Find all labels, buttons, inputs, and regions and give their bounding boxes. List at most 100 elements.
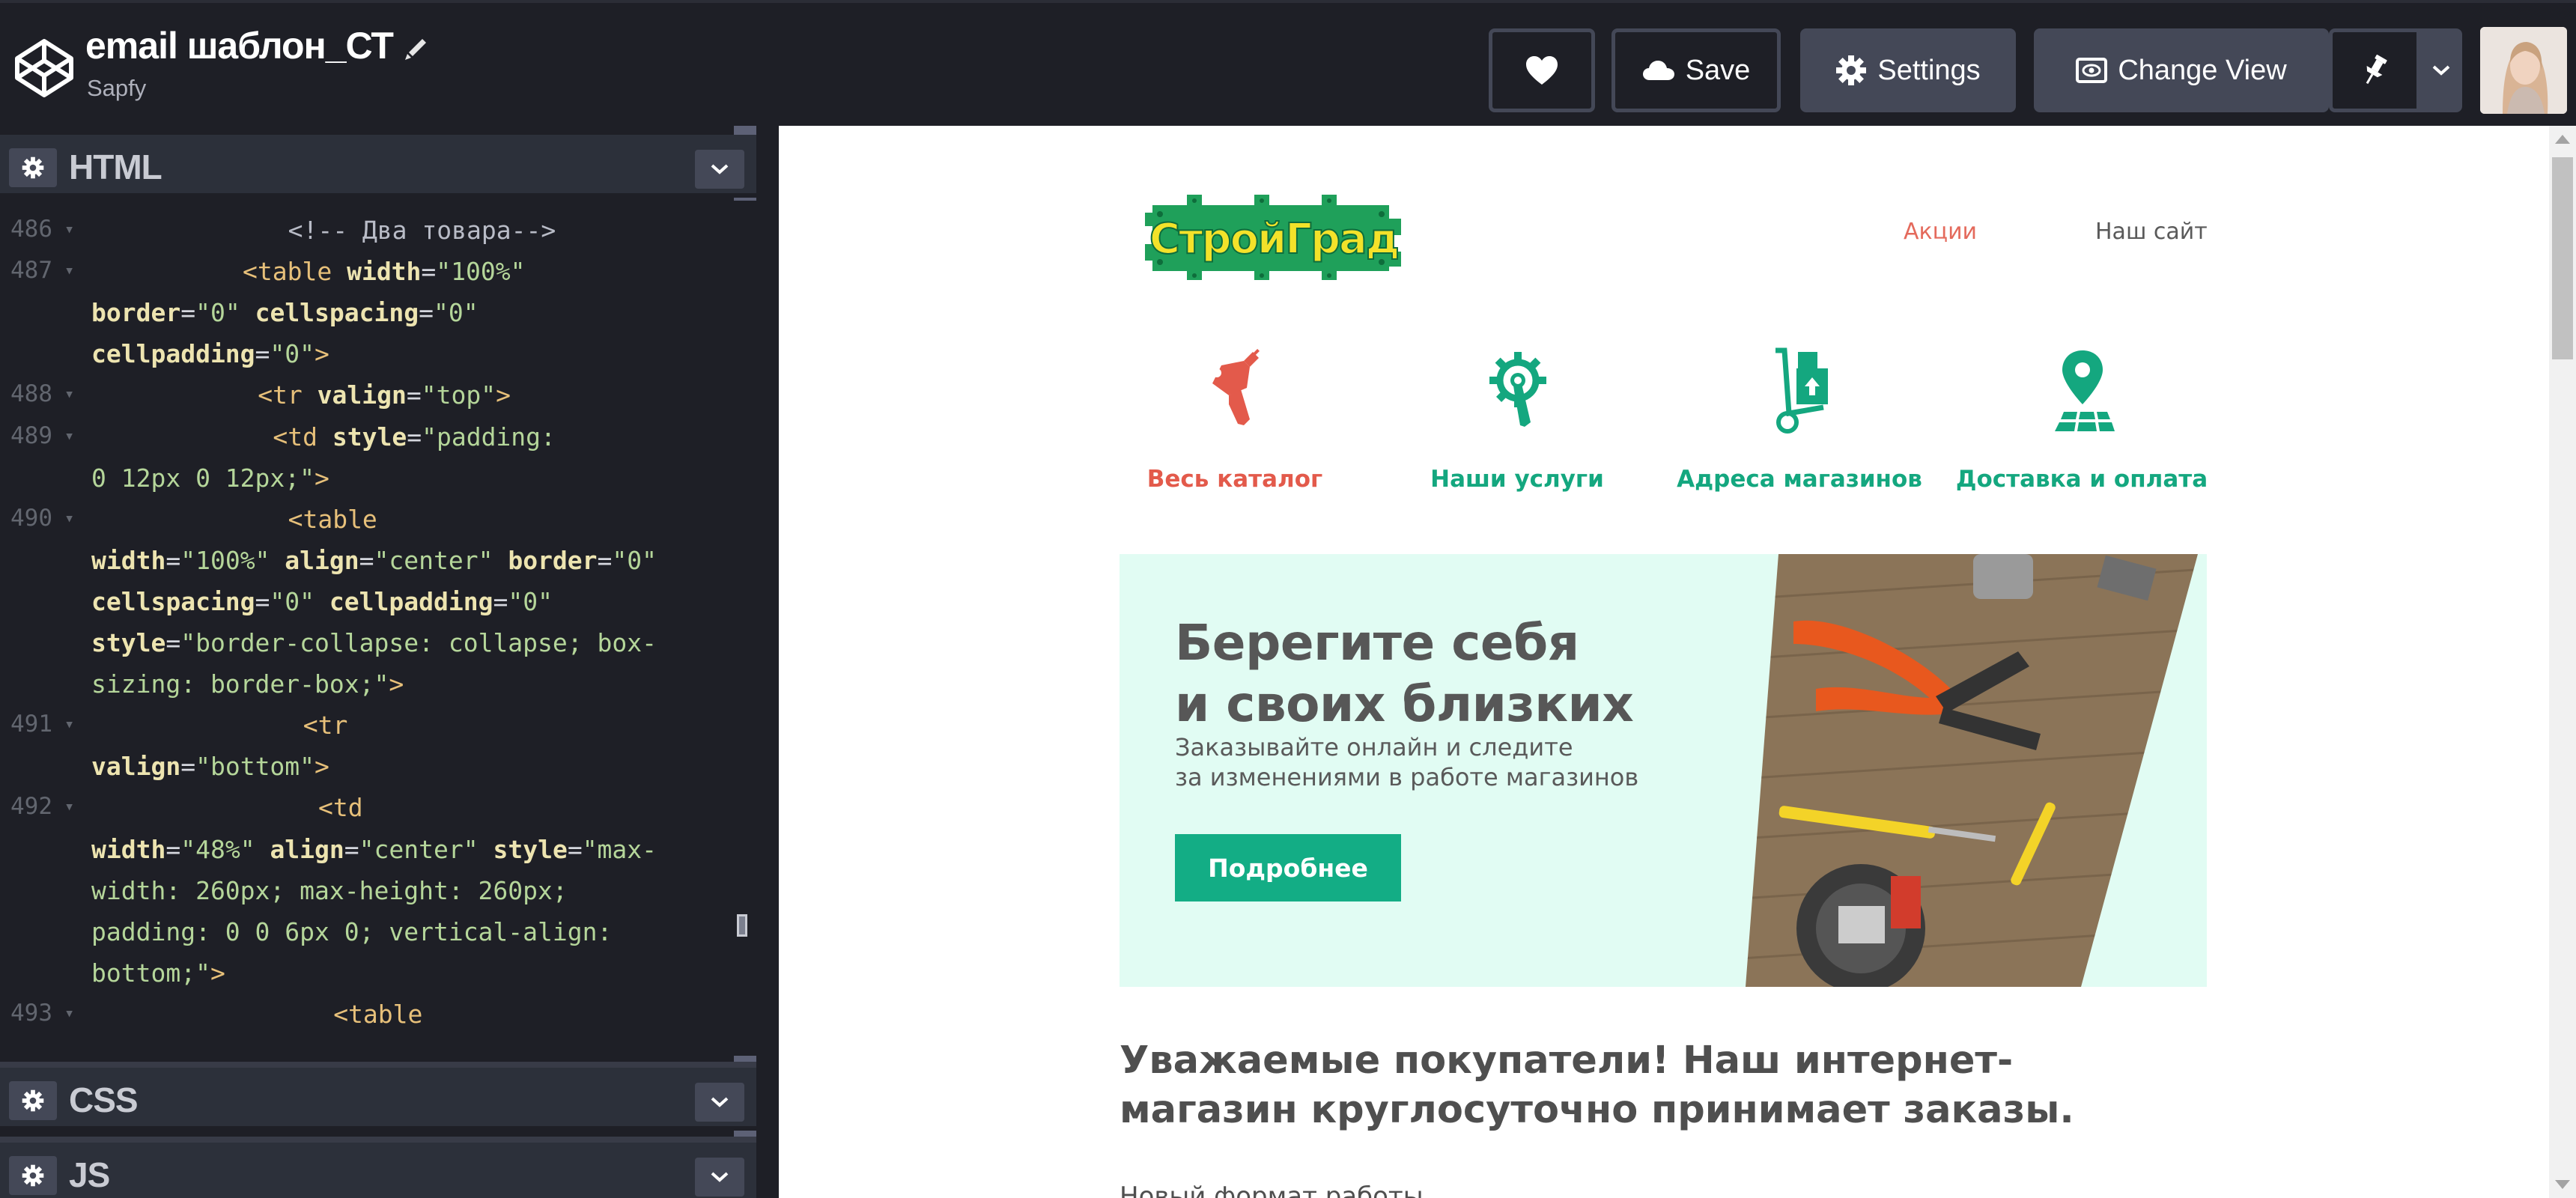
gear-wrench-icon xyxy=(1489,352,1546,427)
code-token: sizing: border-box;" xyxy=(91,669,389,699)
category-store-addresses[interactable]: Адреса магазинов xyxy=(1658,347,1941,505)
css-panel-menu-button[interactable] xyxy=(695,1083,744,1122)
code-token: style xyxy=(91,628,166,657)
code-line[interactable]: 490 ▾ <table xyxy=(0,505,756,546)
code-line[interactable]: cellpadding="0"> xyxy=(0,339,756,380)
fold-arrow-icon[interactable]: ▾ xyxy=(64,220,74,239)
code-token: valign xyxy=(91,752,181,782)
code-line[interactable]: valign="bottom"> xyxy=(0,752,756,793)
pin-button[interactable] xyxy=(2329,28,2420,112)
code-line[interactable]: 493 ▾ <table xyxy=(0,1000,756,1041)
pen-author[interactable]: Sapfy xyxy=(87,75,146,102)
notice-subtext: Новый формат работы xyxy=(1120,1182,1424,1198)
code-text: <tr valign="top"> xyxy=(258,380,511,410)
save-button[interactable]: Save xyxy=(1611,28,1781,112)
js-settings-button[interactable] xyxy=(9,1156,57,1195)
avatar[interactable] xyxy=(2480,27,2567,114)
preview-scrollbar-thumb[interactable] xyxy=(2552,157,2573,359)
gear-icon xyxy=(1836,55,1867,85)
pencil-icon[interactable] xyxy=(401,33,431,63)
code-token: "100%" xyxy=(180,545,285,575)
html-code-editor[interactable]: 486 ▾ <!-- Два товара--> 487 ▾ <table width="… xyxy=(0,201,756,1056)
code-token: = xyxy=(567,834,583,864)
code-token: "0" xyxy=(270,339,315,369)
code-text: valign="bottom"> xyxy=(91,752,329,781)
love-button[interactable] xyxy=(1489,28,1595,112)
codepen-logo-icon[interactable] xyxy=(13,37,75,99)
code-token: = xyxy=(406,380,422,410)
code-text: width="100%" align="center" border="0" xyxy=(91,546,657,575)
chevron-down-icon xyxy=(711,1097,729,1107)
code-text: border="0" cellspacing="0" xyxy=(91,298,479,327)
category-delivery-payment[interactable]: Доставка и оплата xyxy=(1940,347,2223,505)
code-line[interactable]: bottom;"> xyxy=(0,958,756,1000)
fold-arrow-icon[interactable]: ▾ xyxy=(64,509,74,528)
code-token: "padding: xyxy=(422,422,556,451)
pen-title[interactable]: email шаблон_СТ xyxy=(85,24,394,67)
code-token: > xyxy=(496,380,511,410)
js-panel-menu-button[interactable] xyxy=(695,1158,744,1197)
pin-dropdown-button[interactable] xyxy=(2420,28,2462,112)
code-token: <table xyxy=(288,504,377,534)
code-token: <tr xyxy=(258,380,318,410)
stroygrad-logo[interactable]: СтройГрад xyxy=(1142,189,1408,282)
preview-pane[interactable]: СтройГрад Акции Наш сайт Весь каталог На… xyxy=(779,126,2576,1198)
code-token: border xyxy=(91,298,181,328)
change-view-label: Change View xyxy=(2118,54,2287,86)
code-line[interactable]: sizing: border-box;"> xyxy=(0,669,756,711)
category-label: Весь каталог xyxy=(1146,466,1323,493)
code-token: = xyxy=(180,752,196,782)
js-panel-header[interactable]: JS xyxy=(0,1137,756,1198)
settings-label: Settings xyxy=(1877,54,1981,86)
code-line[interactable]: width="48%" align="center" style="max- xyxy=(0,835,756,876)
code-line[interactable]: padding: 0 0 6px 0; vertical-align: xyxy=(0,917,756,958)
code-token: <!-- Два товара--> xyxy=(288,216,556,245)
code-line[interactable]: 492 ▾ <td xyxy=(0,793,756,834)
code-token: valign xyxy=(317,380,407,410)
code-line[interactable]: width: 260px; max-height: 260px; xyxy=(0,876,756,917)
code-token: padding: 0 0 6px 0; vertical-align: xyxy=(91,916,613,946)
code-text: <table xyxy=(333,1000,422,1029)
html-panel-header[interactable]: HTML xyxy=(0,135,756,198)
settings-button[interactable]: Settings xyxy=(1800,28,2016,112)
line-number: 486 xyxy=(10,216,52,243)
scroll-down-arrow-icon[interactable] xyxy=(2555,1180,2570,1189)
code-line[interactable]: 489 ▾ <td style="padding: xyxy=(0,422,756,463)
fold-arrow-icon[interactable]: ▾ xyxy=(64,427,74,446)
code-line[interactable]: 491 ▾ <tr xyxy=(0,711,756,752)
code-token: width: 260px; max-height: 260px; xyxy=(91,875,568,905)
code-line[interactable]: width="100%" align="center" border="0" xyxy=(0,546,756,587)
category-catalog[interactable]: Весь каталог xyxy=(1093,347,1376,505)
change-view-button[interactable]: Change View xyxy=(2034,28,2329,112)
code-token: cellspacing xyxy=(91,586,255,616)
code-line[interactable]: border="0" cellspacing="0" xyxy=(0,298,756,339)
code-token: <td xyxy=(318,793,363,823)
code-line[interactable]: style="border-collapse: collapse; box- xyxy=(0,628,756,669)
fold-arrow-icon[interactable]: ▾ xyxy=(64,715,74,734)
code-line[interactable]: 486 ▾ <!-- Два товара--> xyxy=(0,216,756,257)
code-scrollbar-handle[interactable] xyxy=(737,914,747,937)
code-line[interactable]: 487 ▾ <table width="100%" xyxy=(0,257,756,298)
scroll-up-arrow-icon[interactable] xyxy=(2555,135,2570,144)
html-panel-menu-button[interactable] xyxy=(695,150,744,189)
fold-arrow-icon[interactable]: ▾ xyxy=(64,385,74,404)
fold-arrow-icon[interactable]: ▾ xyxy=(64,261,74,280)
code-line[interactable]: 488 ▾ <tr valign="top"> xyxy=(0,380,756,422)
css-settings-button[interactable] xyxy=(9,1081,57,1120)
category-services[interactable]: Наши услуги xyxy=(1376,347,1659,505)
code-token: width xyxy=(91,834,166,864)
nav-link-our-site[interactable]: Наш сайт xyxy=(2095,219,2208,245)
more-button[interactable]: Подробнее xyxy=(1175,834,1401,901)
code-token: <table xyxy=(333,999,423,1029)
nav-link-akcii[interactable]: Акции xyxy=(1904,219,1977,245)
code-token: "top" xyxy=(421,380,496,410)
css-panel-header[interactable]: CSS xyxy=(0,1062,756,1131)
top-bar: email шаблон_СТ Sapfy Save Settings Chan… xyxy=(0,0,2576,126)
code-line[interactable]: 0 12px 0 12px;"> xyxy=(0,463,756,505)
fold-arrow-icon[interactable]: ▾ xyxy=(64,1004,74,1023)
html-settings-button[interactable] xyxy=(9,148,57,187)
fold-arrow-icon[interactable]: ▾ xyxy=(64,797,74,816)
code-token: "0" xyxy=(612,545,657,575)
code-token: "48%" xyxy=(180,834,270,864)
code-line[interactable]: cellspacing="0" cellpadding="0" xyxy=(0,587,756,628)
